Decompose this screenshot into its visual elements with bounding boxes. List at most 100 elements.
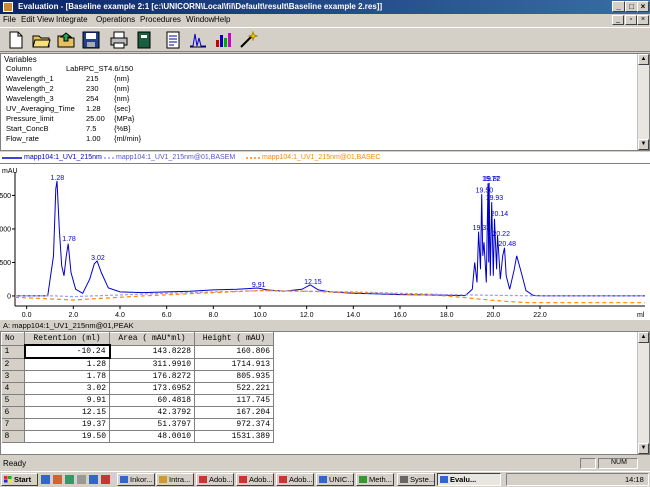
taskbar-button[interactable]: Intra... [156,473,194,486]
area-cell[interactable]: 51.3797 [109,418,195,431]
row-number[interactable]: 4 [1,382,25,395]
retention-cell[interactable]: 12.15 [24,406,110,419]
magic-wand-icon[interactable] [238,30,259,50]
menu-edit[interactable]: Edit [21,15,35,24]
quick-launch-icon[interactable] [77,475,86,484]
column-header[interactable]: No [1,332,25,346]
area-cell[interactable]: 60.4818 [109,394,195,407]
chromatogram-icon[interactable] [188,30,208,50]
retention-cell[interactable]: 1.28 [24,358,110,371]
open-folder-icon[interactable] [56,30,76,50]
task-app-icon [440,476,448,483]
open-icon[interactable] [31,30,51,50]
x-tick-label: 12.0 [300,312,314,319]
status-text: Ready [3,459,27,468]
height-cell[interactable]: 160.806 [194,345,274,359]
taskbar-button[interactable]: UNIC... [316,473,354,486]
column-header[interactable]: Area ( mAU*ml) [109,332,195,346]
height-cell[interactable]: 522.221 [194,382,274,395]
retention-cell[interactable]: 3.02 [24,382,110,395]
row-number[interactable]: 7 [1,418,25,431]
quick-launch-icon[interactable] [65,475,74,484]
retention-cell[interactable]: 19.50 [24,430,110,443]
menu-procedures[interactable]: Procedures [140,15,181,24]
scroll-down-icon[interactable]: ▼ [638,139,649,150]
table-scrollbar[interactable]: ▲ ▼ [637,332,649,454]
task-app-icon [120,476,128,483]
table-row[interactable]: 4 3.02 173.6952 522.221 [1,382,274,395]
peak-table-icon[interactable] [213,30,233,50]
quick-launch-icon[interactable] [89,475,98,484]
row-number[interactable]: 8 [1,430,25,443]
taskbar-button[interactable]: Adob... [236,473,274,486]
height-cell[interactable]: 167.204 [194,406,274,419]
report-icon[interactable] [163,30,183,50]
table-row[interactable]: 5 9.91 60.4818 117.745 [1,394,274,407]
row-number[interactable]: 2 [1,358,25,371]
row-number[interactable]: 5 [1,394,25,407]
notebook-icon[interactable] [134,30,154,50]
table-row[interactable]: 6 12.15 42.3792 167.204 [1,406,274,419]
table-row[interactable]: 2 1.28 311.9910 1714.913 [1,358,274,371]
print-icon[interactable] [109,30,129,50]
area-cell[interactable]: 143.8228 [109,345,195,359]
row-number[interactable]: 6 [1,406,25,419]
retention-cell[interactable]: -10.24 [23,344,111,359]
menu-help[interactable]: Help [214,15,230,24]
taskbar-button[interactable]: Evalu... [437,473,501,486]
taskbar-button[interactable]: Adob... [196,473,234,486]
table-row[interactable]: 1 -10.24 143.8228 160.806 [1,344,274,359]
legend-series-3: mapp104:1_UV1_215nm@01,BASEC [262,154,381,161]
menu-window[interactable]: Window [186,15,214,24]
peak-label: 1.28 [51,175,65,182]
quick-launch-icon[interactable] [41,475,50,484]
taskbar-button[interactable]: Inkor... [117,473,155,486]
table-scroll-down-icon[interactable]: ▼ [638,443,649,454]
height-cell[interactable]: 117.745 [194,394,274,407]
peak-label: 20.14 [491,211,509,218]
x-tick-label: 14.0 [347,312,361,319]
area-cell[interactable]: 311.9910 [109,358,195,371]
table-scroll-up-icon[interactable]: ▲ [638,332,649,343]
taskbar-button[interactable]: Meth... [356,473,394,486]
doc-minimize-button[interactable]: _ [612,15,624,25]
save-icon[interactable] [81,30,101,50]
retention-cell[interactable]: 19.37 [24,418,110,431]
scroll-up-icon[interactable]: ▲ [638,54,649,65]
doc-close-button[interactable]: × [637,15,649,25]
app-icon [3,2,13,12]
menu-view[interactable]: View [37,15,54,24]
height-cell[interactable]: 805.935 [194,370,274,383]
doc-restore-button[interactable]: ▫ [625,15,637,25]
minimize-button[interactable]: _ [612,1,625,12]
area-cell[interactable]: 48.0010 [109,430,195,443]
taskbar-button[interactable]: Adob... [276,473,314,486]
menu-integrate[interactable]: Integrate [56,15,88,24]
new-icon[interactable] [6,30,26,50]
area-cell[interactable]: 42.3792 [109,406,195,419]
height-cell[interactable]: 1531.389 [194,430,274,443]
quick-launch-icon[interactable] [53,475,62,484]
row-number[interactable]: 3 [1,370,25,383]
area-cell[interactable]: 173.6952 [109,382,195,395]
chromatogram-chart[interactable]: mAU ml 0 500 1000 1500 0.0 2.0 4.0 6.0 8.0 10.0 12.0… [0,164,650,320]
variables-scrollbar[interactable]: ▲ ▼ [637,54,649,150]
column-header[interactable]: Height ( mAU) [194,332,274,346]
table-row[interactable]: 7 19.37 51.3797 972.374 [1,418,274,431]
retention-cell[interactable]: 9.91 [24,394,110,407]
start-button[interactable]: Start [1,473,38,486]
table-row[interactable]: 3 1.78 176.8272 805.935 [1,370,274,383]
height-cell[interactable]: 972.374 [194,418,274,431]
menu-file[interactable]: File [3,15,16,24]
quick-launch-icon[interactable] [101,475,110,484]
table-row[interactable]: 8 19.50 48.0010 1531.389 [1,430,274,443]
column-header[interactable]: Retention (ml) [24,332,110,346]
area-cell[interactable]: 176.8272 [109,370,195,383]
taskbar-button[interactable]: Syste... [397,473,435,486]
menu-operations[interactable]: Operations [96,15,135,24]
row-number[interactable]: 1 [1,345,25,359]
retention-cell[interactable]: 1.78 [24,370,110,383]
task-label: UNIC... [329,475,354,484]
height-cell[interactable]: 1714.913 [194,358,274,371]
close-button[interactable]: × [637,1,649,12]
